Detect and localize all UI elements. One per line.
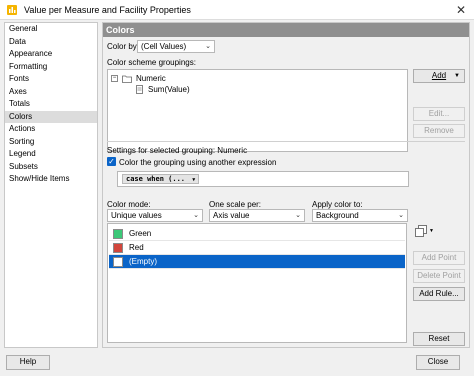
color-mode-label: Color mode:: [107, 200, 151, 209]
color-by-select[interactable]: (Cell Values) ⌄: [137, 40, 215, 53]
color-values-list[interactable]: Green Red (Empty): [107, 223, 407, 343]
color-swatch-red[interactable]: [113, 242, 123, 253]
expression-text: case when (...: [126, 175, 186, 183]
groupings-label: Color scheme groupings:: [107, 58, 196, 67]
add-button[interactable]: Add ▼: [413, 69, 465, 83]
divider: [107, 141, 465, 142]
copy-color-scheme-button[interactable]: ▼: [415, 224, 435, 238]
expression-checkbox[interactable]: ✓: [107, 157, 116, 166]
color-swatch-empty[interactable]: [113, 256, 123, 267]
folder-icon: [122, 75, 132, 83]
collapse-icon[interactable]: −: [111, 75, 118, 82]
list-item[interactable]: Red: [109, 241, 405, 255]
value-label: Red: [129, 243, 144, 252]
chevron-down-icon: ⌄: [205, 43, 211, 50]
nav-item-fonts[interactable]: Fonts: [5, 73, 97, 86]
apply-color-value: Background: [316, 211, 359, 220]
nav-item-totals[interactable]: Totals: [5, 98, 97, 111]
add-point-button[interactable]: Add Point: [413, 251, 465, 265]
title-bar: Value per Measure and Facility Propertie…: [0, 0, 474, 20]
groupings-tree[interactable]: − Numeric Sum(Value): [107, 69, 408, 152]
chevron-down-icon: ⌄: [398, 212, 404, 219]
list-item[interactable]: (Empty): [109, 255, 405, 269]
chevron-down-icon: ▼: [429, 228, 434, 234]
chevron-down-icon: ⌄: [193, 212, 199, 219]
tree-row-numeric[interactable]: − Numeric: [111, 73, 166, 84]
color-mode-select[interactable]: Unique values ⌄: [107, 209, 203, 222]
add-label: Add: [431, 71, 447, 80]
column-icon: [136, 85, 143, 94]
color-mode-value: Unique values: [111, 211, 162, 220]
color-by-value: (Cell Values): [141, 42, 187, 51]
chevron-down-icon: ▼: [192, 177, 196, 183]
close-icon[interactable]: ✕: [456, 3, 466, 17]
nav-item-formatting[interactable]: Formatting: [5, 61, 97, 74]
apply-color-label: Apply color to:: [312, 200, 363, 209]
reset-button[interactable]: Reset: [413, 332, 465, 346]
nav-item-legend[interactable]: Legend: [5, 148, 97, 161]
panel-title: Colors: [103, 23, 469, 37]
value-label: Green: [129, 229, 152, 238]
tree-row-sum-value[interactable]: Sum(Value): [136, 84, 190, 95]
one-scale-label: One scale per:: [209, 200, 262, 209]
one-scale-value: Axis value: [213, 211, 250, 220]
color-scheme-icon: [415, 225, 427, 237]
edit-button[interactable]: Edit...: [413, 107, 465, 121]
nav-item-subsets[interactable]: Subsets: [5, 161, 97, 174]
nav-item-data[interactable]: Data: [5, 36, 97, 49]
nav-item-general[interactable]: General: [5, 23, 97, 36]
tree-child-label: Sum(Value): [148, 85, 190, 94]
help-button[interactable]: Help: [6, 355, 50, 370]
nav-item-sorting[interactable]: Sorting: [5, 136, 97, 149]
chevron-down-icon: ⌄: [295, 212, 301, 219]
colors-panel: Colors Color by: (Cell Values) ⌄ Color s…: [102, 22, 470, 348]
delete-point-button[interactable]: Delete Point: [413, 269, 465, 283]
nav-item-actions[interactable]: Actions: [5, 123, 97, 136]
window-title: Value per Measure and Facility Propertie…: [24, 4, 191, 15]
value-label: (Empty): [129, 257, 157, 266]
chevron-down-icon: ▼: [454, 73, 460, 79]
list-item[interactable]: Green: [109, 227, 405, 241]
nav-item-colors[interactable]: Colors: [5, 110, 97, 123]
app-icon: [7, 4, 17, 15]
category-list: General Data Appearance Formatting Fonts…: [4, 22, 98, 348]
checkbox-label: Color the grouping using another express…: [119, 158, 277, 167]
color-swatch-green[interactable]: [113, 228, 123, 239]
dialog-footer: Help Close: [0, 350, 474, 376]
close-button[interactable]: Close: [416, 355, 460, 370]
remove-button[interactable]: Remove: [413, 124, 465, 138]
one-scale-select[interactable]: Axis value ⌄: [209, 209, 305, 222]
expression-pill[interactable]: case when (... ▼: [122, 174, 200, 184]
color-by-label: Color by:: [107, 42, 140, 51]
tree-root-label: Numeric: [136, 74, 166, 83]
nav-item-appearance[interactable]: Appearance: [5, 48, 97, 61]
expression-field[interactable]: case when (... ▼: [117, 171, 409, 187]
nav-item-show-hide-items[interactable]: Show/Hide Items: [5, 173, 97, 186]
nav-item-axes[interactable]: Axes: [5, 86, 97, 99]
settings-label: Settings for selected grouping: Numeric: [107, 146, 248, 155]
add-rule-button[interactable]: Add Rule...: [413, 287, 465, 301]
apply-color-select[interactable]: Background ⌄: [312, 209, 408, 222]
